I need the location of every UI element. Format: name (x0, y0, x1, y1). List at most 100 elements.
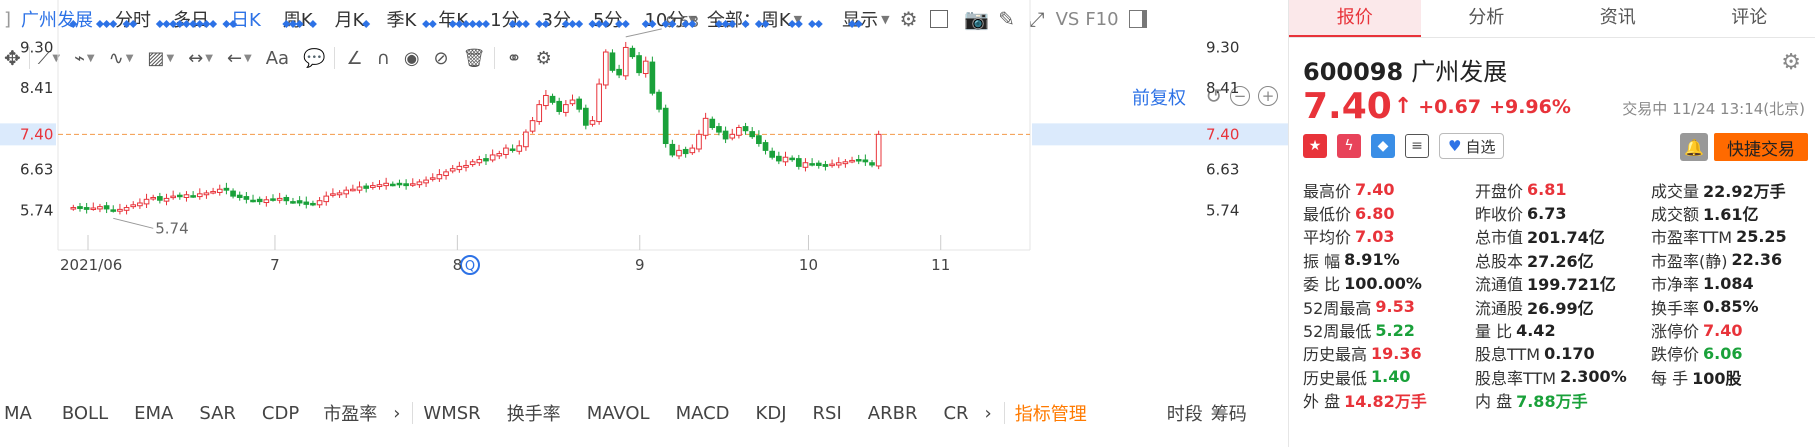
flag-icon[interactable]: ★ (1303, 134, 1327, 158)
candle-body (443, 171, 449, 177)
quote-value: 100股 (1692, 368, 1742, 388)
candle-body (463, 164, 469, 168)
quote-cell: 市净率 1.084 (1651, 271, 1813, 295)
event-marker-icon (814, 20, 823, 28)
indicator-kdj[interactable]: KDJ (756, 403, 787, 424)
add-watchlist-button[interactable]: ♥ 自选 (1439, 133, 1505, 159)
quote-cell: 历史最低 1.40 (1303, 365, 1475, 389)
candle-body (310, 202, 316, 206)
tab-analysis[interactable]: 分析 (1421, 0, 1553, 37)
candle-body (183, 194, 190, 198)
quote-label: 跌停价 (1651, 345, 1700, 365)
chips-button[interactable]: 筹码 (1211, 400, 1247, 426)
candle-body (363, 185, 370, 189)
indicator-pe[interactable]: 市盈率 (323, 400, 377, 426)
candle-body (190, 195, 196, 198)
candle-body (196, 193, 203, 198)
indicator-macd[interactable]: MACD (676, 403, 730, 424)
tab-news[interactable]: 资讯 (1552, 0, 1684, 37)
quote-label: 总股本 (1475, 251, 1524, 271)
indicator-arbr[interactable]: ARBR (868, 403, 918, 424)
candle-body (343, 189, 350, 195)
event-marker-icon (521, 20, 530, 28)
quote-row: 平均价 7.03 总市值 201.74亿 市盈率TTM 25.25 (1303, 225, 1813, 248)
candle-body (389, 183, 396, 187)
quote-cell: 流通股 26.99亿 (1475, 295, 1651, 319)
quote-label: 开盘价 (1475, 181, 1524, 201)
candle-body (682, 148, 689, 155)
tab-comments[interactable]: 评论 (1684, 0, 1815, 37)
quote-cell: 委 比 100.00% (1303, 271, 1475, 295)
quote-row: 振 幅 8.91% 总股本 27.26亿 市盈率(静) 22.36 (1303, 248, 1813, 271)
candle-body (609, 52, 616, 71)
current-price: 7.40 (1303, 86, 1392, 127)
chevron-right-icon[interactable]: › (393, 403, 400, 424)
tag-icon[interactable]: ◆ (1371, 134, 1395, 158)
quote-value: 0.170 (1544, 343, 1595, 363)
candle-body (536, 104, 543, 123)
quote-label: 委 比 (1303, 275, 1341, 295)
candle-body (629, 47, 636, 58)
stock-code: 600098 (1303, 58, 1404, 86)
quick-trade-button[interactable]: 快捷交易 (1714, 133, 1808, 161)
quote-label: 股息率TTM (1475, 368, 1557, 388)
event-marker-icon (648, 20, 657, 28)
candle-body (503, 147, 509, 155)
candle-body (270, 198, 276, 201)
x-tick-label: 9 (635, 256, 645, 274)
candle-body (203, 192, 210, 196)
indicator-turnover[interactable]: 换手率 (507, 400, 561, 426)
candle-body (855, 159, 862, 162)
candle-body (496, 153, 503, 157)
event-marker-icon (621, 20, 630, 28)
quote-label: 内 盘 (1475, 392, 1513, 412)
event-marker-icon (209, 20, 218, 28)
candle-body (157, 196, 163, 201)
candle-body (782, 156, 789, 163)
candle-body (90, 207, 97, 211)
candle-body (489, 154, 496, 161)
candle-body (729, 133, 736, 139)
y-tick-label: 8.41 (20, 79, 53, 97)
indicator-mavol[interactable]: MAVOL (587, 403, 650, 424)
quote-label: 流通值 (1475, 275, 1524, 295)
candle-body (862, 159, 869, 163)
indicator-sar[interactable]: SAR (199, 403, 236, 424)
candle-body (290, 201, 296, 204)
quote-value: 25.25 (1736, 226, 1787, 246)
lightning-icon[interactable]: ϟ (1337, 134, 1361, 158)
tab-quote[interactable]: 报价 (1289, 0, 1421, 37)
gear-icon[interactable]: ⚙ (1781, 50, 1801, 75)
indicator-ma[interactable]: MA (4, 403, 32, 424)
quote-value: 22.36 (1731, 250, 1783, 270)
candle-body (230, 190, 236, 197)
candle-body (596, 83, 602, 123)
indicator-wmsr[interactable]: WMSR (423, 403, 480, 424)
candle-body (436, 174, 443, 180)
candle-body (429, 177, 436, 180)
event-marker-icon (229, 20, 238, 28)
candle-body (163, 197, 170, 202)
quote-cell: 成交额 1.61亿 (1651, 201, 1813, 225)
indicator-cr[interactable]: CR (943, 403, 968, 424)
quote-value: 7.40 (1703, 320, 1743, 340)
quote-value: 6.73 (1527, 203, 1567, 223)
event-marker-icon (794, 20, 803, 28)
candle-body (376, 184, 383, 188)
quote-row: 历史最高 19.36 股息TTM 0.170 跌停价 6.06 (1303, 342, 1813, 365)
candle-body (130, 204, 137, 208)
indicator-rsi[interactable]: RSI (813, 403, 842, 424)
document-icon[interactable]: ≡ (1405, 134, 1429, 158)
candle-body (676, 149, 682, 157)
indicator-ema[interactable]: EMA (134, 403, 173, 424)
candle-body (602, 51, 609, 86)
indicator-boll[interactable]: BOLL (62, 403, 108, 424)
chevron-right-icon[interactable]: › (985, 403, 992, 424)
indicator-cdp[interactable]: CDP (262, 403, 299, 424)
bell-icon[interactable]: 🔔 (1680, 133, 1708, 161)
candle-body (236, 194, 243, 198)
session-button[interactable]: 时段 (1167, 400, 1203, 426)
quote-label: 外 盘 (1303, 392, 1341, 412)
indicator-manage-button[interactable]: 指标管理 (1015, 400, 1087, 426)
kline-chart[interactable]: 9.30 9.30 8.41 8.41 7.40 7.40 6.63 6.63 5.74 5.74… (0, 0, 1288, 300)
